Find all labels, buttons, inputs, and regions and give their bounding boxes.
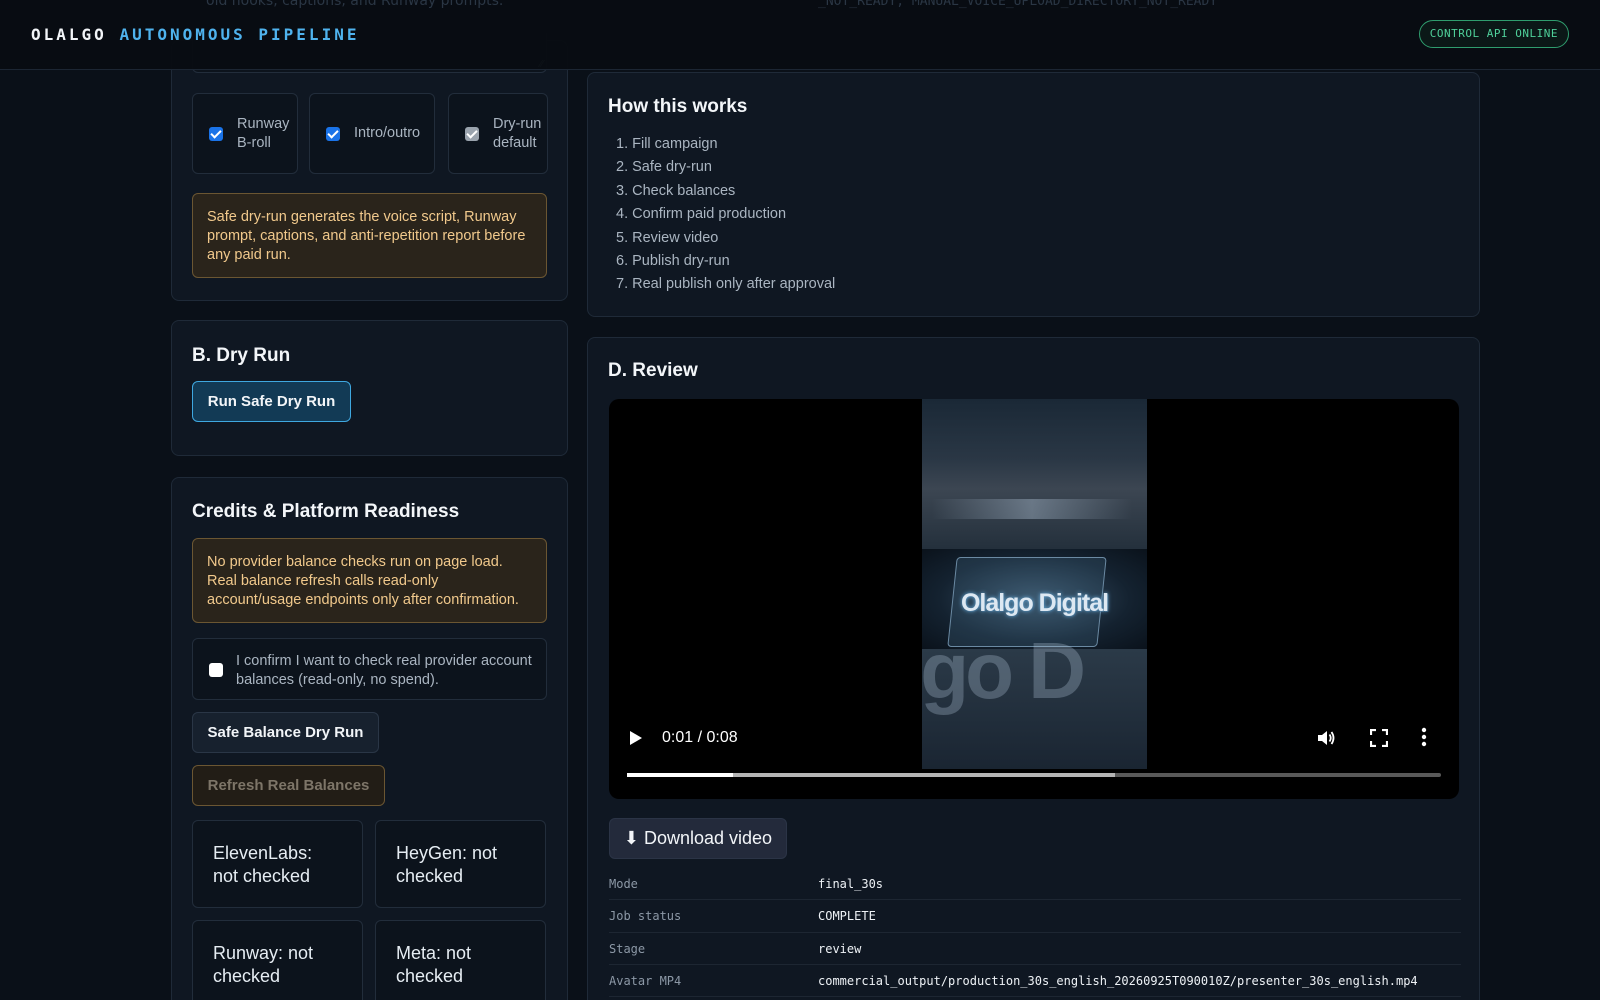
play-icon[interactable]	[629, 730, 643, 746]
video-frame-bottom: lgo D	[922, 626, 1147, 769]
dry-run-panel: B. Dry Run Run Safe Dry Run	[171, 320, 568, 456]
step-item: 3. Check balances	[616, 182, 736, 199]
scrolled-code-behind-header: _NOT_READY, MANUAL_VOICE_UPLOAD_DIRECTOR…	[818, 0, 1218, 9]
step-item: 1. Fill campaign	[616, 136, 718, 152]
video-player[interactable]: Olalgo Digital lgo D 0:01 / 0:08	[609, 399, 1459, 799]
brand-accent: AUTONOMOUS PIPELINE	[119, 25, 360, 44]
dry-run-notice: Safe dry-run generates the voice script,…	[192, 193, 547, 278]
dry-run-title: B. Dry Run	[192, 345, 291, 366]
video-progress	[627, 773, 733, 777]
runway-status-card: Runway: not checked	[192, 920, 363, 1000]
balance-confirm-option[interactable]: I confirm I want to check real provider …	[192, 638, 547, 700]
video-frame-top	[922, 399, 1147, 549]
dry-run-default-checkbox	[465, 126, 479, 141]
step-item: 6. Publish dry-run	[616, 252, 730, 269]
intro-outro-label: Intro/outro	[354, 125, 421, 141]
balance-notice: No provider balance checks run on page l…	[192, 538, 547, 623]
scrolled-text-behind-header: old hooks, captions, and Runway prompts.	[206, 0, 504, 9]
detail-row: Job status COMPLETE	[609, 900, 1461, 933]
detail-row: Mode final_30s	[609, 868, 1461, 901]
job-details: Mode final_30s Job status COMPLETE Stage…	[609, 868, 1461, 998]
detail-value: COMPLETE	[818, 909, 876, 924]
fullscreen-icon[interactable]	[1370, 729, 1388, 747]
detail-row: Stage review	[609, 933, 1461, 965]
top-bar: old hooks, captions, and Runway prompts.…	[0, 0, 1600, 70]
how-title: How this works	[608, 96, 748, 117]
video-seek-bar[interactable]	[627, 773, 1441, 777]
detail-row: Avatar MP4 commercial_output/production_…	[609, 965, 1461, 998]
refresh-real-balances-button: Refresh Real Balances	[192, 765, 385, 806]
detail-key: Job status	[609, 909, 682, 924]
detail-key: Mode	[609, 877, 638, 891]
api-status-badge: CONTROL API ONLINE	[1418, 20, 1569, 48]
detail-key: Avatar MP4	[609, 973, 682, 988]
runway-broll-option[interactable]: Runway B-roll	[192, 93, 298, 174]
detail-value: final_30s	[818, 877, 884, 891]
runway-broll-checkbox[interactable]	[209, 126, 223, 141]
detail-key: Stage	[609, 941, 646, 956]
dry-run-default-option: Dry-run default	[448, 93, 548, 174]
credits-panel: Credits & Platform Readiness No provider…	[171, 477, 568, 1000]
detail-value: commercial_output/production_30s_english…	[818, 973, 1418, 988]
brand-main: OLALGO	[31, 25, 107, 44]
runway-broll-label: Runway B-roll	[237, 115, 290, 151]
credits-title: Credits & Platform Readiness	[192, 501, 460, 522]
campaign-options-panel: ⁄⁄ Runway B-roll Intro/outro Dry-run def…	[171, 33, 568, 301]
step-item: 4. Confirm paid production	[616, 206, 787, 223]
step-item: 5. Review video	[616, 229, 719, 246]
balance-confirm-checkbox[interactable]	[209, 663, 223, 677]
intro-outro-checkbox[interactable]	[326, 126, 340, 141]
safe-balance-dry-run-button[interactable]: Safe Balance Dry Run	[192, 712, 379, 753]
step-item: 2. Safe dry-run	[616, 159, 712, 176]
video-frame: Olalgo Digital lgo D	[922, 399, 1147, 769]
brand-title: OLALGO AUTONOMOUS PIPELINE	[31, 25, 359, 44]
balance-confirm-label: I confirm I want to check real provider …	[236, 653, 532, 688]
heygen-status-card: HeyGen: not checked	[375, 820, 546, 908]
volume-icon[interactable]	[1316, 728, 1336, 748]
elevenlabs-status-card: ElevenLabs: not checked	[192, 820, 363, 908]
detail-value: review	[818, 941, 862, 956]
more-options-icon[interactable]	[1419, 727, 1429, 747]
video-time: 0:01 / 0:08	[662, 729, 738, 746]
review-title: D. Review	[608, 360, 698, 381]
steps-list: 1. Fill campaign 2. Safe dry-run 3. Chec…	[616, 133, 835, 297]
meta-status-card: Meta: not checked	[375, 920, 546, 1000]
step-item: 7. Real publish only after approval	[616, 276, 836, 293]
dry-run-default-label: Dry-run default	[493, 115, 542, 151]
run-safe-dry-run-button[interactable]: Run Safe Dry Run	[192, 381, 351, 422]
review-panel: D. Review Olalgo Digital lgo D 0:01 / 0:…	[587, 337, 1480, 1000]
how-it-works-panel: How this works 1. Fill campaign 2. Safe …	[587, 72, 1480, 317]
intro-outro-option[interactable]: Intro/outro	[309, 93, 435, 174]
video-logo-text: Olalgo Digital	[960, 589, 1109, 617]
download-video-button[interactable]: ⬇ Download video	[609, 818, 787, 859]
